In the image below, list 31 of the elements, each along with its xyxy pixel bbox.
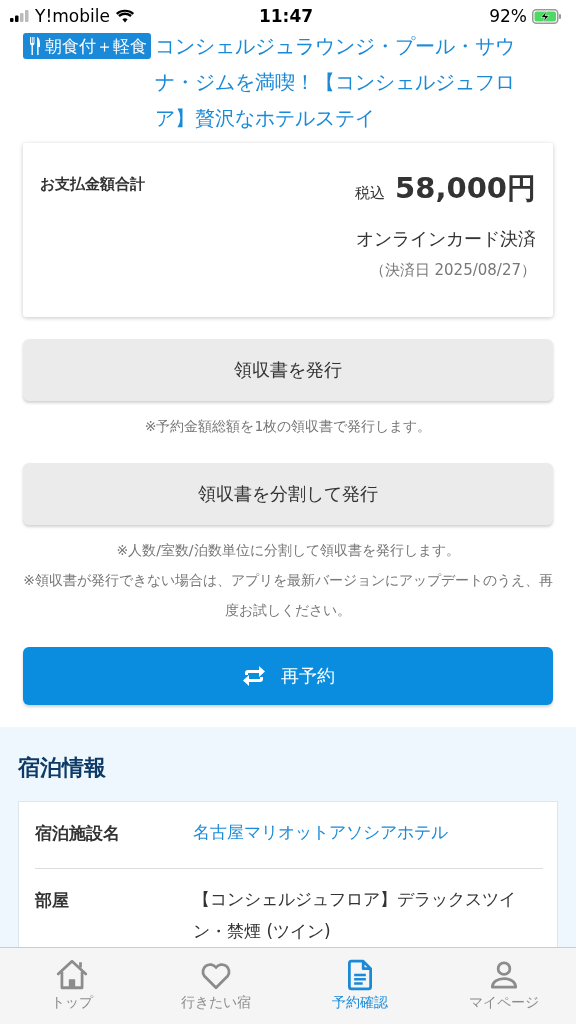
repeat-icon (241, 665, 267, 687)
tab[interactable]: マイページ (432, 948, 576, 1024)
battery-charging-icon (532, 8, 562, 24)
note-text: ※予約金額総額を1枚の領収書で発行します。 (143, 417, 433, 436)
payment-label: お支払金額合計 (40, 175, 145, 195)
note-text: ※領収書が発行できない場合は、アプリを最新バージョンにアップデートのうえ、再度お試しください。 (23, 571, 553, 620)
carrier-name: Y!mobile (35, 6, 110, 26)
clock-time: 11:47 (258, 6, 314, 26)
receipt-button[interactable]: 領収書を分割して発行 (23, 463, 553, 525)
info-label: 部屋 (35, 889, 70, 912)
info-label: 宿泊施設名 (35, 822, 121, 845)
tab[interactable]: 予約確認 (288, 948, 432, 1024)
wifi-icon (114, 9, 135, 23)
battery-percent: 92% (489, 6, 527, 26)
tax-label: 税込 (355, 184, 386, 203)
tab[interactable]: 行きたい宿 (144, 948, 288, 1024)
rebook-button[interactable]: 再予約 (23, 647, 553, 705)
meal-badge: 朝食付＋軽食 (23, 33, 151, 59)
plan-title[interactable]: コンシェルジュラウンジ・プール・サウナ・ジムを満喫！【コンシェルジュフロア】贅沢なホテルステイ (155, 28, 553, 136)
payment-amount: 58,000円 (395, 170, 536, 207)
fork-knife-icon (29, 36, 41, 56)
home-icon (55, 958, 89, 992)
receipt-button[interactable]: 領収書を発行 (23, 339, 553, 401)
note-text: ※人数/室数/泊数単位に分割して領収書を発行します。 (115, 541, 461, 560)
payment-method: オンラインカード決済 (356, 227, 536, 251)
info-value: 【コンシェルジュフロア】デラックスツイン・禁煙 (ツイン) (193, 888, 517, 943)
signal-icon (10, 10, 30, 22)
tab[interactable]: トップ (0, 948, 144, 1024)
section-heading: 宿泊情報 (18, 754, 107, 782)
payment-date: （決済日 2025/08/27） (369, 261, 536, 280)
hotel-link[interactable]: 名古屋マリオットアソシアホテル (193, 816, 448, 848)
